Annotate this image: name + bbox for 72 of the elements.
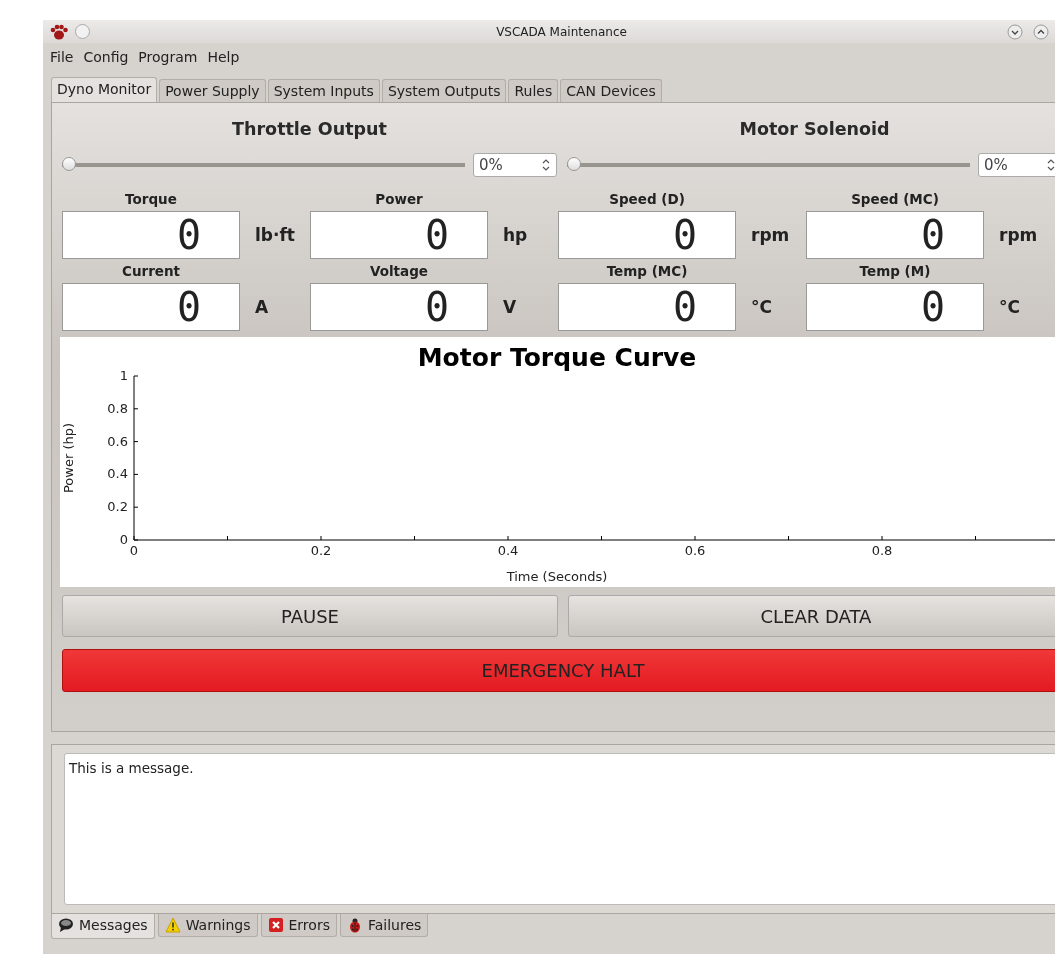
readout-label: Speed (D) <box>609 191 685 207</box>
tab[interactable]: System Outputs <box>381 79 507 102</box>
y-tick-label: 0.2 <box>107 499 128 515</box>
readout-label: Voltage <box>370 263 428 279</box>
action-button[interactable]: PAUSE <box>62 595 558 637</box>
readout-label: Temp (MC) <box>606 263 688 279</box>
lcd-readout: 0 <box>62 211 240 259</box>
control-title: Throttle Output <box>232 119 387 139</box>
unit-label: rpm <box>998 224 1039 247</box>
tab[interactable]: Dyno Monitor <box>51 77 158 102</box>
y-axis-label: Power (hp) <box>61 422 76 494</box>
speech-bubble-icon <box>58 917 74 933</box>
log-tab[interactable]: Errors <box>260 914 337 937</box>
menu-item[interactable]: Help <box>202 47 245 67</box>
readout-label: Temp (M) <box>859 263 931 279</box>
window-title: VSCADA Maintenance <box>495 24 628 39</box>
y-tick-label: 0.4 <box>107 466 128 482</box>
error-icon <box>267 917 284 933</box>
lcd-readout: 0 <box>806 283 984 331</box>
tab[interactable]: System Inputs <box>267 79 380 102</box>
readout-label: Torque <box>125 191 177 207</box>
action-button[interactable]: CLEAR DATA <box>568 595 1055 637</box>
control-title: Motor Solenoid <box>739 119 890 139</box>
lcd-readout: 0 <box>558 211 736 259</box>
log-tab[interactable]: Messages <box>51 914 155 939</box>
readout-label: Current <box>121 263 181 279</box>
unit-label: rpm <box>750 224 791 247</box>
lcd-readout: 0 <box>310 211 488 259</box>
minimize-icon[interactable] <box>1007 23 1023 40</box>
x-tick-label: 0 <box>129 543 139 558</box>
x-tick-label: 0.8 <box>871 543 893 558</box>
x-tick-label: 0.6 <box>684 543 706 558</box>
menu-item[interactable]: File <box>45 47 79 67</box>
unit-label: hp <box>502 224 529 247</box>
lcd-readout: 0 <box>310 283 488 331</box>
warning-icon <box>164 917 181 933</box>
paw-icon <box>49 22 69 41</box>
unit-label: lb·ft <box>254 224 296 247</box>
message-text: This is a message. <box>69 760 194 776</box>
tab[interactable]: Power Supply <box>159 79 266 102</box>
spin-arrows-icon <box>541 157 551 173</box>
slider-thumb[interactable] <box>62 157 76 171</box>
x-tick-label: 0.2 <box>310 543 332 558</box>
unit-label: °C <box>750 296 773 319</box>
chart-title: Motor Torque Curve <box>417 343 697 372</box>
log-tab[interactable]: Failures <box>339 914 429 937</box>
x-axis-label: Time (Seconds) <box>506 569 608 584</box>
unit-label: A <box>254 296 270 319</box>
lcd-readout: 0 <box>806 211 984 259</box>
lcd-readout: 0 <box>558 283 736 331</box>
unit-label: V <box>502 296 518 319</box>
maximize-icon[interactable] <box>1033 23 1049 40</box>
spin-box[interactable]: 0% <box>473 153 557 177</box>
y-tick-label: 0 <box>119 532 128 547</box>
readout-label: Power <box>375 191 423 207</box>
y-tick-label: 1 <box>119 368 128 383</box>
y-tick-label: 0.6 <box>107 433 128 449</box>
x-tick-label: 0.4 <box>497 543 519 558</box>
spin-arrows-icon <box>1046 157 1055 173</box>
slider-thumb[interactable] <box>567 157 581 171</box>
window-menu-button[interactable] <box>75 24 90 39</box>
emergency-button[interactable]: EMERGENCY HALT <box>62 649 1055 692</box>
menu-item[interactable]: Config <box>78 47 134 67</box>
menu-item[interactable]: Program <box>133 47 203 67</box>
y-tick-label: 0.8 <box>107 400 128 416</box>
unit-label: °C <box>998 296 1021 319</box>
readout-label: Speed (MC) <box>851 191 939 207</box>
spin-box[interactable]: 0% <box>978 153 1055 177</box>
lcd-readout: 0 <box>62 283 240 331</box>
tab[interactable]: Rules <box>508 79 559 102</box>
tab[interactable]: CAN Devices <box>560 79 662 102</box>
log-tab[interactable]: Warnings <box>157 914 258 937</box>
